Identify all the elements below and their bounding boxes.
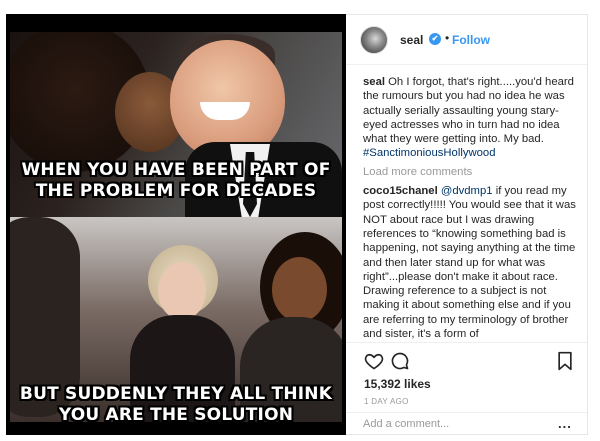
heart-icon[interactable] (364, 351, 384, 371)
username-link[interactable]: seal (400, 33, 423, 47)
more-options-icon[interactable]: ... (558, 416, 572, 431)
post-timestamp: 1 DAY AGO (364, 397, 409, 406)
comment-text: Oh I forgot, that's right.....you'd hear… (363, 76, 574, 146)
hashtag-link[interactable]: #SanctimoniousHollywood (363, 147, 496, 159)
comments-list: seal Oh I forgot, that's right.....you'd… (363, 75, 583, 342)
photo-face-shape (272, 257, 327, 322)
verified-badge-icon: ✔ (429, 33, 441, 45)
avatar[interactable] (360, 26, 388, 54)
header-separator: • (445, 31, 450, 45)
reply-comment: coco15chanel @dvdmp1 if you read my post… (363, 184, 583, 342)
mention-link[interactable]: @dvdmp1 (441, 185, 493, 197)
follow-button[interactable]: Follow (452, 33, 490, 47)
post-sidebar: seal ✔ • Follow seal Oh I forgot, that's… (346, 14, 588, 435)
instagram-post-frame: WHEN YOU HAVE BEEN PART OF THE PROBLEM F… (0, 0, 600, 441)
photo-face-shape (158, 262, 206, 320)
caption-comment: seal Oh I forgot, that's right.....you'd… (363, 75, 583, 161)
comment-text: if you read my post correctly!!!!! You w… (363, 185, 576, 341)
comment-icon[interactable] (390, 351, 410, 371)
post-header: seal ✔ • Follow (346, 15, 587, 65)
comment-username[interactable]: coco15chanel (363, 185, 438, 197)
post-image[interactable]: WHEN YOU HAVE BEEN PART OF THE PROBLEM F… (6, 14, 346, 435)
action-bar (346, 342, 587, 378)
bookmark-icon[interactable] (556, 351, 574, 371)
add-comment-input[interactable] (363, 418, 543, 430)
load-more-comments-link[interactable]: Load more comments (363, 165, 583, 179)
add-comment-bar: ... (346, 412, 587, 435)
likes-count[interactable]: 15,392 likes (364, 377, 431, 391)
comment-username[interactable]: seal (363, 76, 385, 88)
meme-caption-bottom: BUT SUDDENLY THEY ALL THINK YOU ARE THE … (19, 384, 333, 425)
meme-caption-top: WHEN YOU HAVE BEEN PART OF THE PROBLEM F… (21, 160, 331, 201)
